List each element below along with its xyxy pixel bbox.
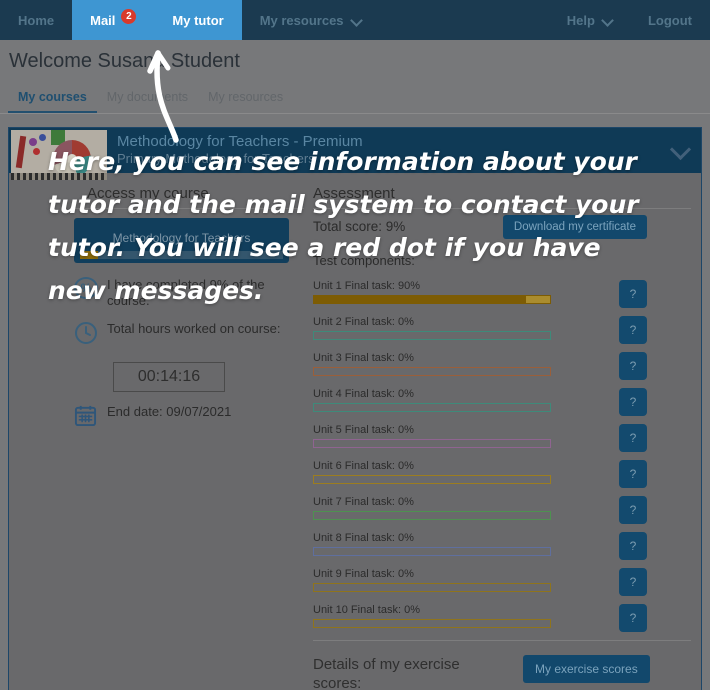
clock-icon (74, 321, 98, 350)
completed-row: % I have completed 9% of the course. (74, 277, 304, 309)
exercise-scores-row: Details of my exercise scores: My exerci… (313, 655, 691, 690)
unit-help-button[interactable]: ? (619, 604, 647, 632)
unit-progress-bar (313, 367, 551, 376)
nav-home[interactable]: Home (0, 0, 72, 40)
unit-help-button[interactable]: ? (619, 568, 647, 596)
course-panel-header[interactable]: Methodology for Teachers - Premium Prima… (9, 128, 701, 173)
unit-task-row: Unit 7 Final task: 0% ? (313, 496, 691, 520)
page-title: Welcome Susana Student (9, 50, 240, 73)
completed-text: I have completed 9% of the course. (107, 277, 282, 309)
percent-icon: % (74, 277, 98, 299)
unit-task-row: Unit 9 Final task: 0% ? (313, 568, 691, 592)
unit-task-label: Unit 8 Final task: 0% (313, 532, 611, 545)
unit-task-label: Unit 5 Final task: 0% (313, 424, 611, 437)
course-panel-titles: Methodology for Teachers - Premium Prima… (117, 133, 363, 167)
unit-list: Unit 1 Final task: 90% ? Unit 2 Final ta… (313, 280, 691, 628)
course-title: Methodology for Teachers - Premium (117, 133, 363, 151)
nav-mail[interactable]: Mail 2 (72, 0, 154, 40)
unit-help-button[interactable]: ? (619, 532, 647, 560)
unit-task-label: Unit 4 Final task: 0% (313, 388, 611, 401)
unit-task-label: Unit 9 Final task: 0% (313, 568, 611, 581)
nav-logout[interactable]: Logout (630, 0, 710, 40)
unit-help-button[interactable]: ? (619, 424, 647, 452)
unit-task-row: Unit 4 Final task: 0% ? (313, 388, 691, 412)
nav-help-label: Help (567, 13, 595, 28)
panel-collapse-chevron-icon[interactable] (671, 142, 689, 156)
unit-task-row: Unit 6 Final task: 0% ? (313, 460, 691, 484)
assessment-heading: Assessment (313, 185, 691, 202)
course-subtitle: Primary Methodology for Teachers (117, 151, 363, 167)
hours-label: Total hours worked on course: (107, 321, 282, 337)
unit-task-row: Unit 2 Final task: 0% ? (313, 316, 691, 340)
unit-task-row: Unit 8 Final task: 0% ? (313, 532, 691, 556)
end-date-row: End date: 09/07/2021 (74, 404, 304, 432)
my-exercise-scores-button[interactable]: My exercise scores (523, 655, 650, 683)
mail-unread-badge: 2 (121, 9, 136, 24)
unit-task-row: Unit 1 Final task: 90% ? (313, 280, 691, 304)
unit-task-row: Unit 5 Final task: 0% ? (313, 424, 691, 448)
course-progress-fill (80, 251, 98, 259)
section-divider (313, 640, 691, 641)
tab-my-documents[interactable]: My documents (97, 84, 198, 114)
calendar-icon (74, 404, 98, 432)
unit-progress-bar (313, 331, 551, 340)
course-thumbnail (11, 130, 107, 180)
unit-task-row: Unit 10 Final task: 0% ? (313, 604, 691, 628)
unit-task-label: Unit 6 Final task: 0% (313, 460, 611, 473)
chevron-down-icon (352, 14, 361, 23)
unit-progress-bar (313, 511, 551, 520)
unit-task-row: Unit 3 Final task: 0% ? (313, 352, 691, 376)
unit-task-label: Unit 7 Final task: 0% (313, 496, 611, 509)
unit-task-label: Unit 2 Final task: 0% (313, 316, 611, 329)
unit-task-label: Unit 1 Final task: 90% (313, 280, 611, 293)
tab-my-courses[interactable]: My courses (8, 84, 97, 114)
hours-row: Total hours worked on course: (74, 321, 304, 350)
tab-bar: My courses My documents My resources (8, 84, 710, 114)
tab-my-resources[interactable]: My resources (198, 84, 293, 114)
unit-progress-bar (313, 403, 551, 412)
unit-progress-bar (313, 547, 551, 556)
download-certificate-button[interactable]: Download my certificate (503, 215, 647, 239)
unit-help-button[interactable]: ? (619, 460, 647, 488)
hours-value: 00:14:16 (113, 362, 225, 392)
course-panel: Methodology for Teachers - Premium Prima… (8, 127, 702, 690)
unit-progress-bar (313, 475, 551, 484)
exercise-scores-label: Details of my exercise scores: (313, 655, 473, 690)
nav-mail-label: Mail (90, 13, 115, 28)
unit-task-label: Unit 3 Final task: 0% (313, 352, 611, 365)
nav-help[interactable]: Help (549, 0, 630, 40)
tabs-divider (0, 113, 710, 114)
assessment-section: Assessment Total score: 9% Download my c… (313, 185, 691, 690)
test-components-label: Test components: (313, 253, 691, 268)
chevron-down-icon (603, 14, 612, 23)
access-course-heading: Access my course (87, 185, 304, 202)
unit-help-button[interactable]: ? (619, 280, 647, 308)
nav-right-group: Help Logout (549, 0, 710, 40)
unit-help-button[interactable]: ? (619, 316, 647, 344)
nav-spotlight: Mail 2 My tutor (72, 0, 242, 40)
unit-help-button[interactable]: ? (619, 388, 647, 416)
end-date-text: End date: 09/07/2021 (107, 404, 282, 420)
access-course-section: Access my course Methodology for Teacher… (74, 185, 304, 432)
nav-my-resources[interactable]: My resources (242, 0, 379, 40)
course-progress-track (80, 251, 283, 259)
nav-my-resources-label: My resources (260, 13, 344, 28)
unit-progress-bar (313, 583, 551, 592)
open-course-button[interactable]: Methodology for Teachers (74, 218, 289, 263)
unit-progress-bar (313, 439, 551, 448)
top-navbar: Home Mail 2 My tutor My resources Help L… (0, 0, 710, 40)
nav-my-tutor[interactable]: My tutor (154, 0, 241, 40)
open-course-button-label: Methodology for Teachers (78, 231, 285, 245)
unit-help-button[interactable]: ? (619, 496, 647, 524)
section-divider (74, 208, 304, 209)
unit-help-button[interactable]: ? (619, 352, 647, 380)
unit-progress-bar (313, 295, 551, 304)
unit-task-label: Unit 10 Final task: 0% (313, 604, 611, 617)
section-divider (313, 208, 691, 209)
total-score-row: Total score: 9% Download my certificate (313, 213, 691, 245)
total-score-text: Total score: 9% (313, 219, 405, 234)
unit-progress-fill (314, 296, 526, 303)
unit-progress-bar (313, 619, 551, 628)
